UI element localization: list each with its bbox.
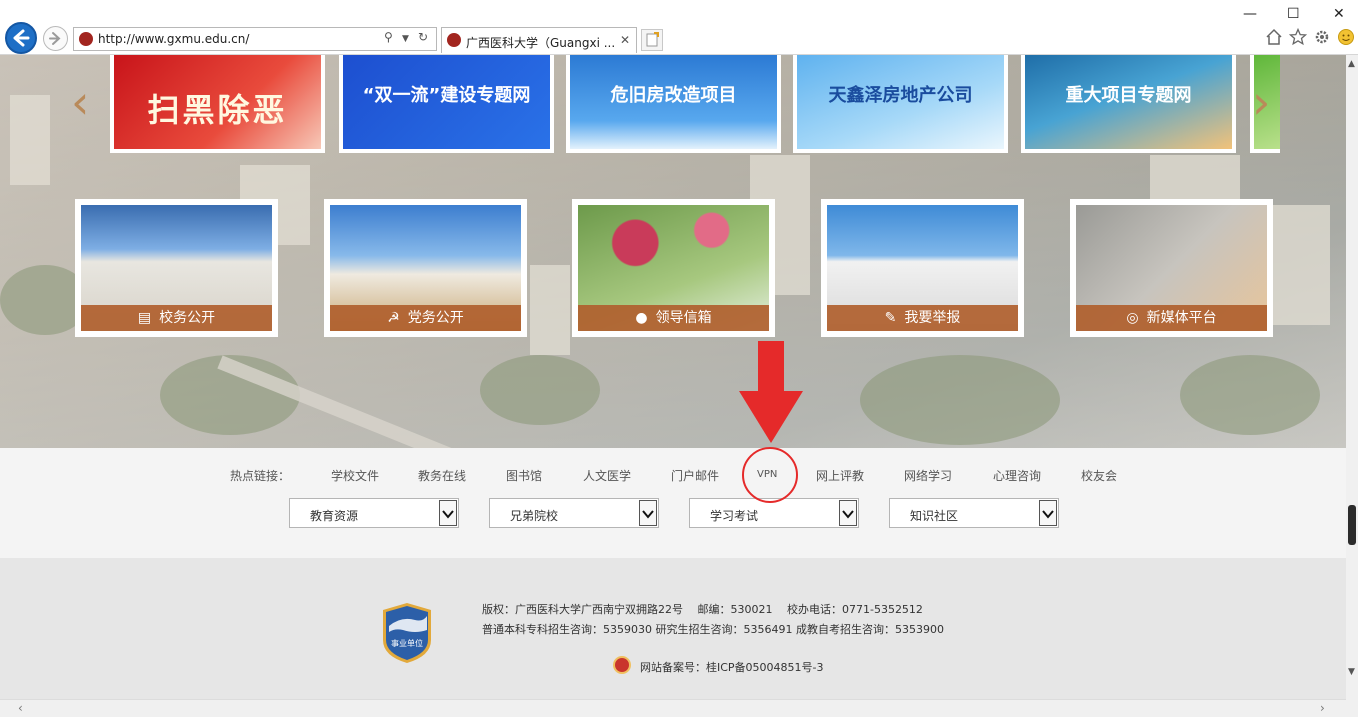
horizontal-scrollbar[interactable]: ‹ ›: [0, 699, 1346, 717]
address-url[interactable]: http://www.gxmu.edu.cn/: [98, 32, 249, 46]
smiley-icon[interactable]: [1337, 28, 1355, 46]
chevron-down-icon[interactable]: [439, 500, 457, 526]
link-tushuguan[interactable]: 图书馆: [506, 467, 542, 484]
document-icon: ▤: [137, 310, 152, 326]
banner-saohei[interactable]: 扫黑除恶: [110, 55, 325, 153]
carousel-prev-icon[interactable]: ‹: [71, 75, 89, 129]
party-icon: ☭: [387, 310, 400, 326]
footer-copyright: 版权：广西医科大学广西南宁双拥路22号 邮编：530021 校办电话：0771-…: [482, 603, 923, 616]
banner-label: 重大项目专题网: [1065, 85, 1192, 106]
chevron-down-icon[interactable]: [839, 500, 857, 526]
scrollbar-corner: [1346, 699, 1358, 717]
select-value: 兄弟院校: [510, 509, 559, 523]
badge-label: 事业单位: [391, 638, 423, 648]
banner-shuangyiliu[interactable]: “双一流”建设专题网: [339, 55, 554, 153]
banner-zhongda[interactable]: 重大项目专题网: [1021, 55, 1236, 153]
hot-links-section: 热点链接： 学校文件 教务在线 图书馆 人文医学 门户邮件 VPN 网上评教 网…: [0, 448, 1346, 558]
card-label: 校务公开: [159, 310, 216, 326]
address-bar[interactable]: http://www.gxmu.edu.cn/ ⚲ ▼ ↻: [73, 27, 437, 51]
annotation-arrow-icon: [739, 341, 803, 443]
close-window-button[interactable]: ✕: [1333, 6, 1345, 22]
scroll-left-icon[interactable]: ‹: [18, 701, 23, 715]
link-jiaowu-zaixian[interactable]: 教务在线: [418, 467, 466, 484]
banner-label: 扫黑除恶: [147, 91, 288, 129]
link-xuexiao-wenjian[interactable]: 学校文件: [331, 467, 379, 484]
carousel-next-icon[interactable]: ›: [1252, 75, 1270, 129]
star-icon[interactable]: [1289, 28, 1307, 46]
home-icon[interactable]: [1265, 28, 1283, 46]
card-jubao[interactable]: ✎ 我要举报: [821, 199, 1024, 337]
dropdown-icon[interactable]: ▼: [402, 34, 409, 44]
select-jiaoyu-ziyuan[interactable]: 教育资源: [289, 498, 459, 528]
browser-tab[interactable]: 广西医科大学（Guangxi ... ✕: [441, 27, 637, 53]
card-label: 领导信箱: [655, 310, 712, 326]
scroll-thumb[interactable]: [1348, 505, 1356, 545]
page-viewport: ‹ 扫黑除恶 “双一流”建设专题网 危旧房改造项目 天鑫泽房地产公司 重大项目专…: [0, 55, 1346, 699]
scroll-right-icon[interactable]: ›: [1320, 701, 1325, 715]
card-dangwu[interactable]: ☭ 党务公开: [324, 199, 527, 337]
police-emblem-icon: [613, 656, 631, 674]
link-xinli-zixun[interactable]: 心理咨询: [993, 467, 1041, 484]
public-institution-badge-icon[interactable]: 事业单位: [381, 602, 433, 664]
chevron-down-icon[interactable]: [1039, 500, 1057, 526]
footer-icp[interactable]: 网站备案号：桂ICP备05004851号-3: [640, 659, 824, 675]
site-favicon-icon: [79, 32, 93, 46]
card-label: 党务公开: [407, 310, 464, 326]
refresh-icon[interactable]: ↻: [418, 30, 428, 44]
select-zhishi-shequ[interactable]: 知识社区: [889, 498, 1059, 528]
footer-admission-contacts: 普通本科专科招生咨询：5359030 研究生招生咨询：5356491 成教自考招…: [482, 623, 944, 636]
link-menhu-youjian[interactable]: 门户邮件: [671, 467, 719, 484]
forward-button[interactable]: [43, 26, 68, 51]
forward-arrow-icon: [49, 32, 61, 45]
gear-icon[interactable]: [1313, 28, 1331, 46]
link-wangluo-xuexi[interactable]: 网络学习: [904, 467, 952, 484]
browser-toolbar: http://www.gxmu.edu.cn/ ⚲ ▼ ↻ 广西医科大学（Gua…: [0, 0, 1358, 55]
edit-icon: ✎: [884, 310, 897, 326]
select-xiongdi-yuanxiao[interactable]: 兄弟院校: [489, 498, 659, 528]
banner-weijiufang[interactable]: 危旧房改造项目: [566, 55, 781, 153]
link-wangshang-pingjiao[interactable]: 网上评教: [816, 467, 864, 484]
new-tab-button[interactable]: [641, 29, 663, 51]
search-icon[interactable]: ⚲: [384, 30, 393, 44]
card-xinmeiti[interactable]: ◎ 新媒体平台: [1070, 199, 1273, 337]
minimize-button[interactable]: —: [1243, 6, 1257, 22]
select-value: 教育资源: [310, 509, 359, 523]
person-icon: ●: [635, 310, 648, 326]
scroll-down-icon[interactable]: ▼: [1348, 667, 1355, 677]
banner-label: 天鑫泽房地产公司: [828, 85, 973, 106]
link-renwen-yixue[interactable]: 人文医学: [583, 467, 631, 484]
tab-title: 广西医科大学（Guangxi ...: [466, 36, 616, 50]
maximize-button[interactable]: ☐: [1287, 6, 1300, 22]
card-xiaowu[interactable]: ▤ 校务公开: [75, 199, 278, 337]
card-label: 我要举报: [904, 310, 961, 326]
select-value: 知识社区: [910, 509, 959, 523]
annotation-circle: [742, 447, 798, 503]
scroll-up-icon[interactable]: ▲: [1348, 59, 1355, 69]
select-value: 学习考试: [710, 509, 759, 523]
back-arrow-icon: [13, 29, 30, 47]
banner-label: 危旧房改造项目: [610, 85, 737, 106]
new-tab-icon: [646, 32, 659, 47]
back-button[interactable]: [5, 22, 37, 54]
tab-close-icon[interactable]: ✕: [620, 33, 630, 47]
page-footer: 事业单位 版权：广西医科大学广西南宁双拥路22号 邮编：530021 校办电话：…: [0, 558, 1346, 699]
tab-favicon-icon: [447, 33, 461, 47]
card-lingdao[interactable]: ● 领导信箱: [572, 199, 775, 337]
link-xiaoyouhui[interactable]: 校友会: [1081, 467, 1117, 484]
banner-label: “双一流”建设专题网: [362, 85, 531, 106]
chevron-down-icon[interactable]: [639, 500, 657, 526]
card-label: 新媒体平台: [1146, 310, 1217, 326]
vertical-scrollbar[interactable]: ▲ ▼: [1346, 55, 1358, 699]
wechat-icon: ◎: [1126, 310, 1139, 326]
hot-links-label: 热点链接：: [230, 469, 291, 483]
banner-tianxinze[interactable]: 天鑫泽房地产公司: [793, 55, 1008, 153]
